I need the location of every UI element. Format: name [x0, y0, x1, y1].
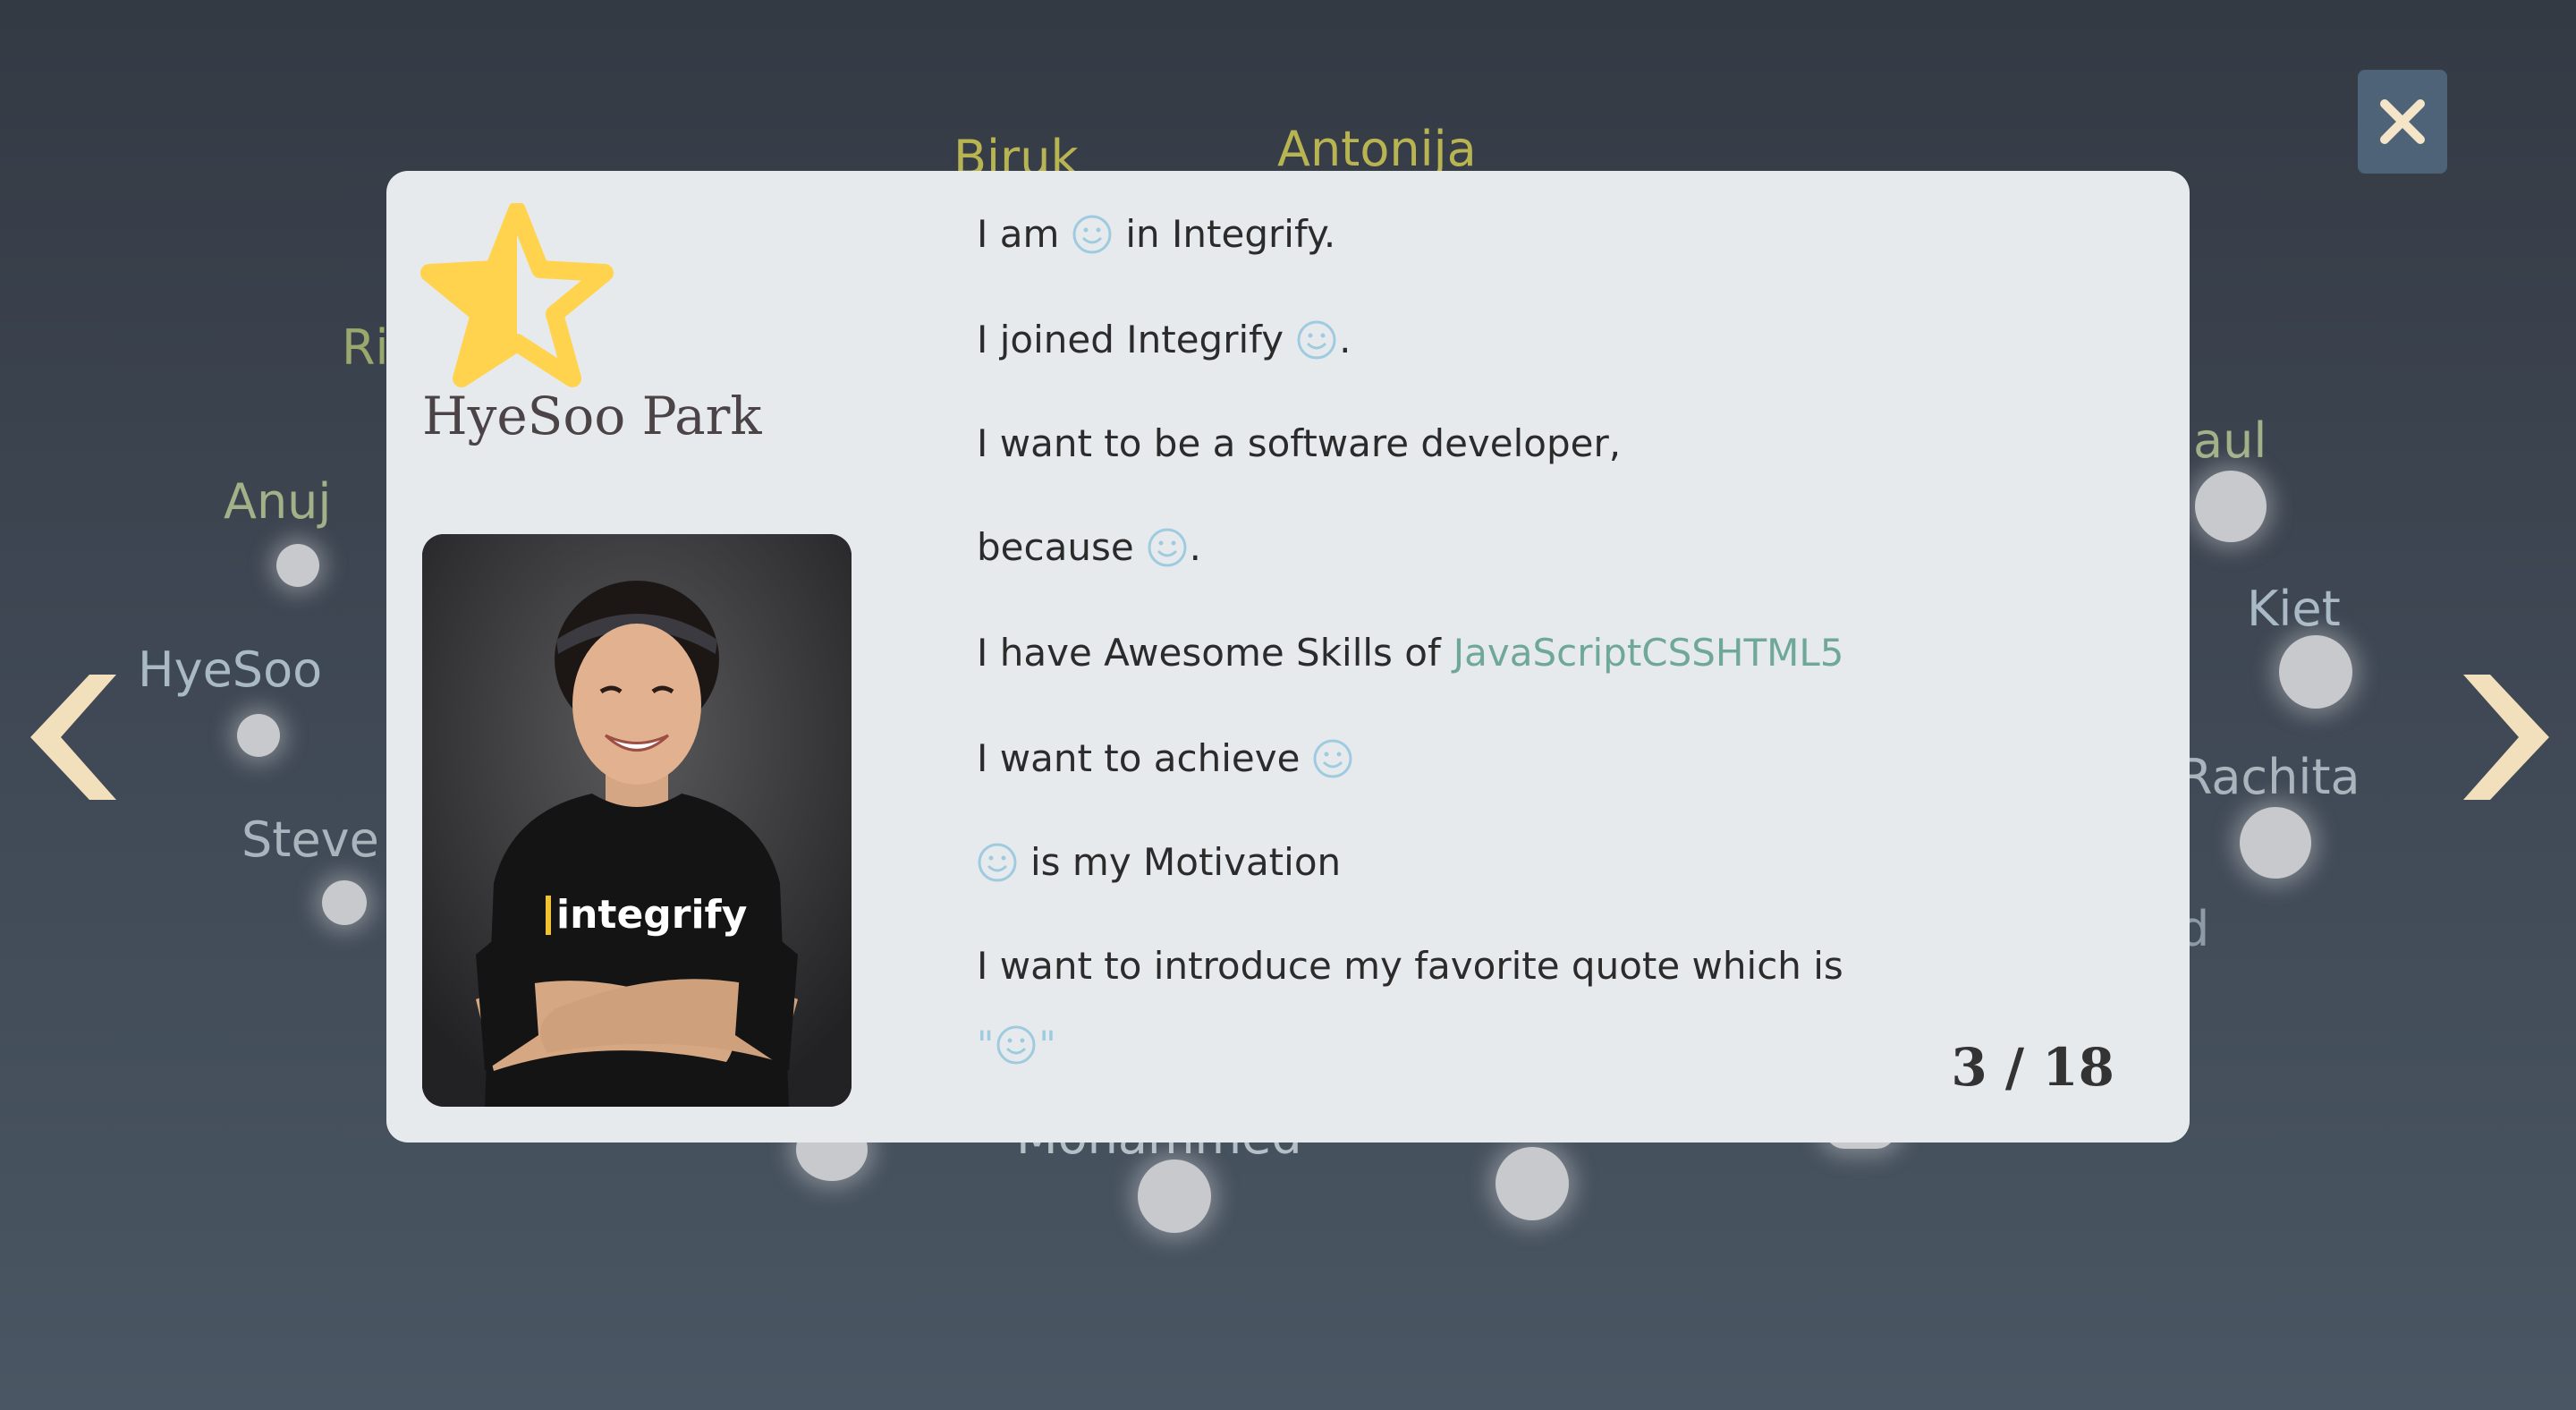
- close-icon: [2380, 99, 2425, 144]
- bg-name-anuj[interactable]: Anuj: [224, 478, 331, 526]
- profile-photo: integrify: [422, 534, 852, 1107]
- line-developer: I want to be a software developer,: [977, 421, 1621, 465]
- quote-close-mark: ": [1038, 1023, 1056, 1066]
- smiley-icon[interactable]: [996, 1024, 1037, 1066]
- profile-modal: HyeSoo Park integrify I am in Integrify.…: [386, 171, 2190, 1142]
- smiley-icon[interactable]: [1147, 527, 1188, 568]
- line-text: is my Motivation: [1030, 840, 1342, 884]
- quote-open-mark: ": [977, 1023, 995, 1066]
- line-joined: I joined Integrify .: [977, 318, 1351, 361]
- bg-name-rachita[interactable]: Rachita: [2179, 753, 2360, 802]
- chevron-right-icon: [2463, 675, 2549, 800]
- line-achieve: I want to achieve: [977, 736, 1366, 780]
- line-skills: I have Awesome Skills of JavaScriptCSSHT…: [977, 631, 1844, 675]
- bg-dot[interactable]: [2279, 635, 2352, 709]
- person-name: HyeSoo Park: [422, 386, 762, 446]
- half-star-icon[interactable]: [420, 203, 614, 389]
- bg-name-ri[interactable]: Ri: [342, 324, 389, 372]
- bg-dot[interactable]: [1138, 1159, 1211, 1233]
- line-quote-intro: I want to introduce my favorite quote wh…: [977, 944, 1843, 988]
- bg-dot[interactable]: [2195, 471, 2267, 542]
- bg-name-hyesoo[interactable]: HyeSoo: [138, 646, 322, 694]
- line-text: .: [1339, 318, 1352, 361]
- line-text: .: [1189, 525, 1202, 569]
- bg-dot[interactable]: [322, 880, 367, 925]
- line-because: because .: [977, 525, 1201, 569]
- smiley-icon[interactable]: [977, 842, 1018, 883]
- line-text: because: [977, 525, 1134, 569]
- line-text: I joined Integrify: [977, 318, 1284, 361]
- profile-photo-image: integrify: [422, 534, 852, 1107]
- close-button[interactable]: [2358, 70, 2447, 174]
- smiley-icon[interactable]: [1312, 738, 1353, 779]
- line-motivation: is my Motivation: [964, 840, 1341, 884]
- line-text: in Integrify.: [1125, 212, 1336, 256]
- bg-name-steve[interactable]: Steve: [242, 816, 379, 864]
- line-text: I have Awesome Skills of: [977, 631, 1441, 675]
- bg-name-paul[interactable]: aul: [2193, 417, 2267, 465]
- smiley-icon[interactable]: [1072, 214, 1113, 255]
- line-quote: " ": [977, 1023, 1056, 1066]
- line-am: I am in Integrify.: [977, 212, 1335, 256]
- bg-dot[interactable]: [276, 544, 319, 587]
- page-counter: 3 / 18: [1951, 1037, 2114, 1098]
- bg-name-kiet[interactable]: Kiet: [2247, 585, 2341, 633]
- bg-dot[interactable]: [237, 714, 280, 757]
- bg-dot[interactable]: [1496, 1147, 1569, 1220]
- bg-name-antonija[interactable]: Antonija: [1277, 125, 1477, 174]
- line-text: I want to achieve: [977, 736, 1301, 780]
- bg-dot[interactable]: [2240, 807, 2311, 879]
- shirt-logo-text: integrify: [556, 892, 747, 938]
- line-text: I want to introduce my favorite quote wh…: [977, 944, 1843, 988]
- prev-button[interactable]: [27, 666, 125, 809]
- next-button[interactable]: [2454, 666, 2553, 809]
- chevron-left-icon: [30, 675, 116, 800]
- line-text: I am: [977, 212, 1060, 256]
- smiley-icon[interactable]: [1296, 319, 1337, 361]
- skills-list: JavaScriptCSSHTML5: [1453, 631, 1844, 675]
- line-text: I want to be a software developer,: [977, 421, 1622, 465]
